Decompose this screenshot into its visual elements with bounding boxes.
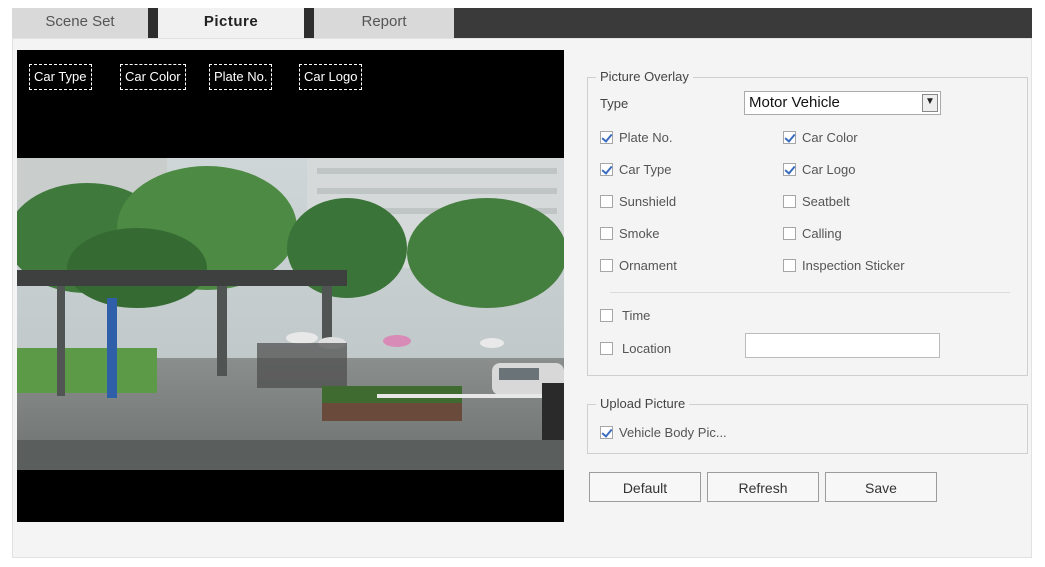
checkbox-box[interactable] — [783, 163, 796, 176]
checkbox-label: Sunshield — [619, 194, 677, 209]
checkbox-box[interactable] — [600, 309, 613, 322]
checkbox-label: Car Type — [619, 162, 672, 177]
checkbox-car-color[interactable]: Car Color — [783, 130, 858, 145]
checkbox-box[interactable] — [600, 227, 613, 240]
checkbox-ornament[interactable]: Ornament — [600, 258, 677, 273]
chevron-down-icon[interactable]: ▼ — [922, 94, 938, 112]
checkbox-box[interactable] — [783, 259, 796, 272]
checkbox-car-logo[interactable]: Car Logo — [783, 162, 855, 177]
checkbox-box[interactable] — [600, 131, 613, 144]
checkbox-label: Time — [622, 308, 651, 323]
checkbox-vehicle-body-pic[interactable]: Vehicle Body Pic... — [600, 425, 727, 440]
default-button[interactable]: Default — [589, 472, 701, 502]
tab-separator — [304, 8, 314, 38]
type-label: Type — [600, 96, 629, 111]
type-select-value: Motor Vehicle — [749, 94, 840, 111]
checkbox-label: Location — [622, 341, 672, 356]
checkbox-label: Seatbelt — [802, 194, 850, 209]
checkbox-box[interactable] — [600, 342, 613, 355]
overlay-label-car-type[interactable]: Car Type — [29, 64, 92, 90]
checkbox-sunshield[interactable]: Sunshield — [600, 194, 676, 209]
tab-scene-set[interactable]: Scene Set — [12, 8, 148, 38]
overlay-label-car-color[interactable]: Car Color — [120, 64, 186, 90]
save-button[interactable]: Save — [825, 472, 937, 502]
tab-bar: Scene Set Picture Report — [12, 8, 1032, 38]
overlay-label-car-logo[interactable]: Car Logo — [299, 64, 363, 90]
checkbox-box[interactable] — [783, 195, 796, 208]
divider — [610, 292, 1010, 293]
checkbox-location[interactable]: Location — [600, 341, 671, 356]
overlay-label-plate-no[interactable]: Plate No. — [209, 64, 273, 90]
upload-picture-title: Upload Picture — [596, 396, 690, 411]
checkbox-label: Calling — [802, 226, 842, 241]
checkbox-smoke[interactable]: Smoke — [600, 226, 659, 241]
checkbox-label: Car Logo — [802, 162, 856, 177]
checkbox-box[interactable] — [783, 131, 796, 144]
checkbox-box[interactable] — [783, 227, 796, 240]
checkbox-seatbelt[interactable]: Seatbelt — [783, 194, 850, 209]
checkbox-label: Inspection Sticker — [802, 258, 905, 273]
tab-separator — [148, 8, 158, 38]
location-input[interactable] — [745, 333, 940, 358]
checkbox-label: Plate No. — [619, 130, 673, 145]
checkbox-inspection-sticker[interactable]: Inspection Sticker — [783, 258, 905, 273]
checkbox-box[interactable] — [600, 259, 613, 272]
checkbox-label: Ornament — [619, 258, 677, 273]
video-preview[interactable]: Car Type Car Color Plate No. Car Logo — [17, 50, 564, 522]
type-select[interactable]: Motor Vehicle ▼ — [744, 91, 941, 115]
tab-report[interactable]: Report — [314, 8, 454, 38]
tab-picture[interactable]: Picture — [158, 8, 304, 38]
checkbox-label: Smoke — [619, 226, 660, 241]
checkbox-label: Vehicle Body Pic... — [619, 425, 727, 440]
checkbox-box[interactable] — [600, 426, 613, 439]
camera-scene-image — [17, 158, 564, 470]
picture-overlay-title: Picture Overlay — [596, 69, 693, 84]
checkbox-box[interactable] — [600, 163, 613, 176]
checkbox-car-type[interactable]: Car Type — [600, 162, 672, 177]
checkbox-time[interactable]: Time — [600, 308, 650, 323]
checkbox-label: Car Color — [802, 130, 858, 145]
checkbox-box[interactable] — [600, 195, 613, 208]
checkbox-calling[interactable]: Calling — [783, 226, 842, 241]
checkbox-plate-no[interactable]: Plate No. — [600, 130, 672, 145]
refresh-button[interactable]: Refresh — [707, 472, 819, 502]
